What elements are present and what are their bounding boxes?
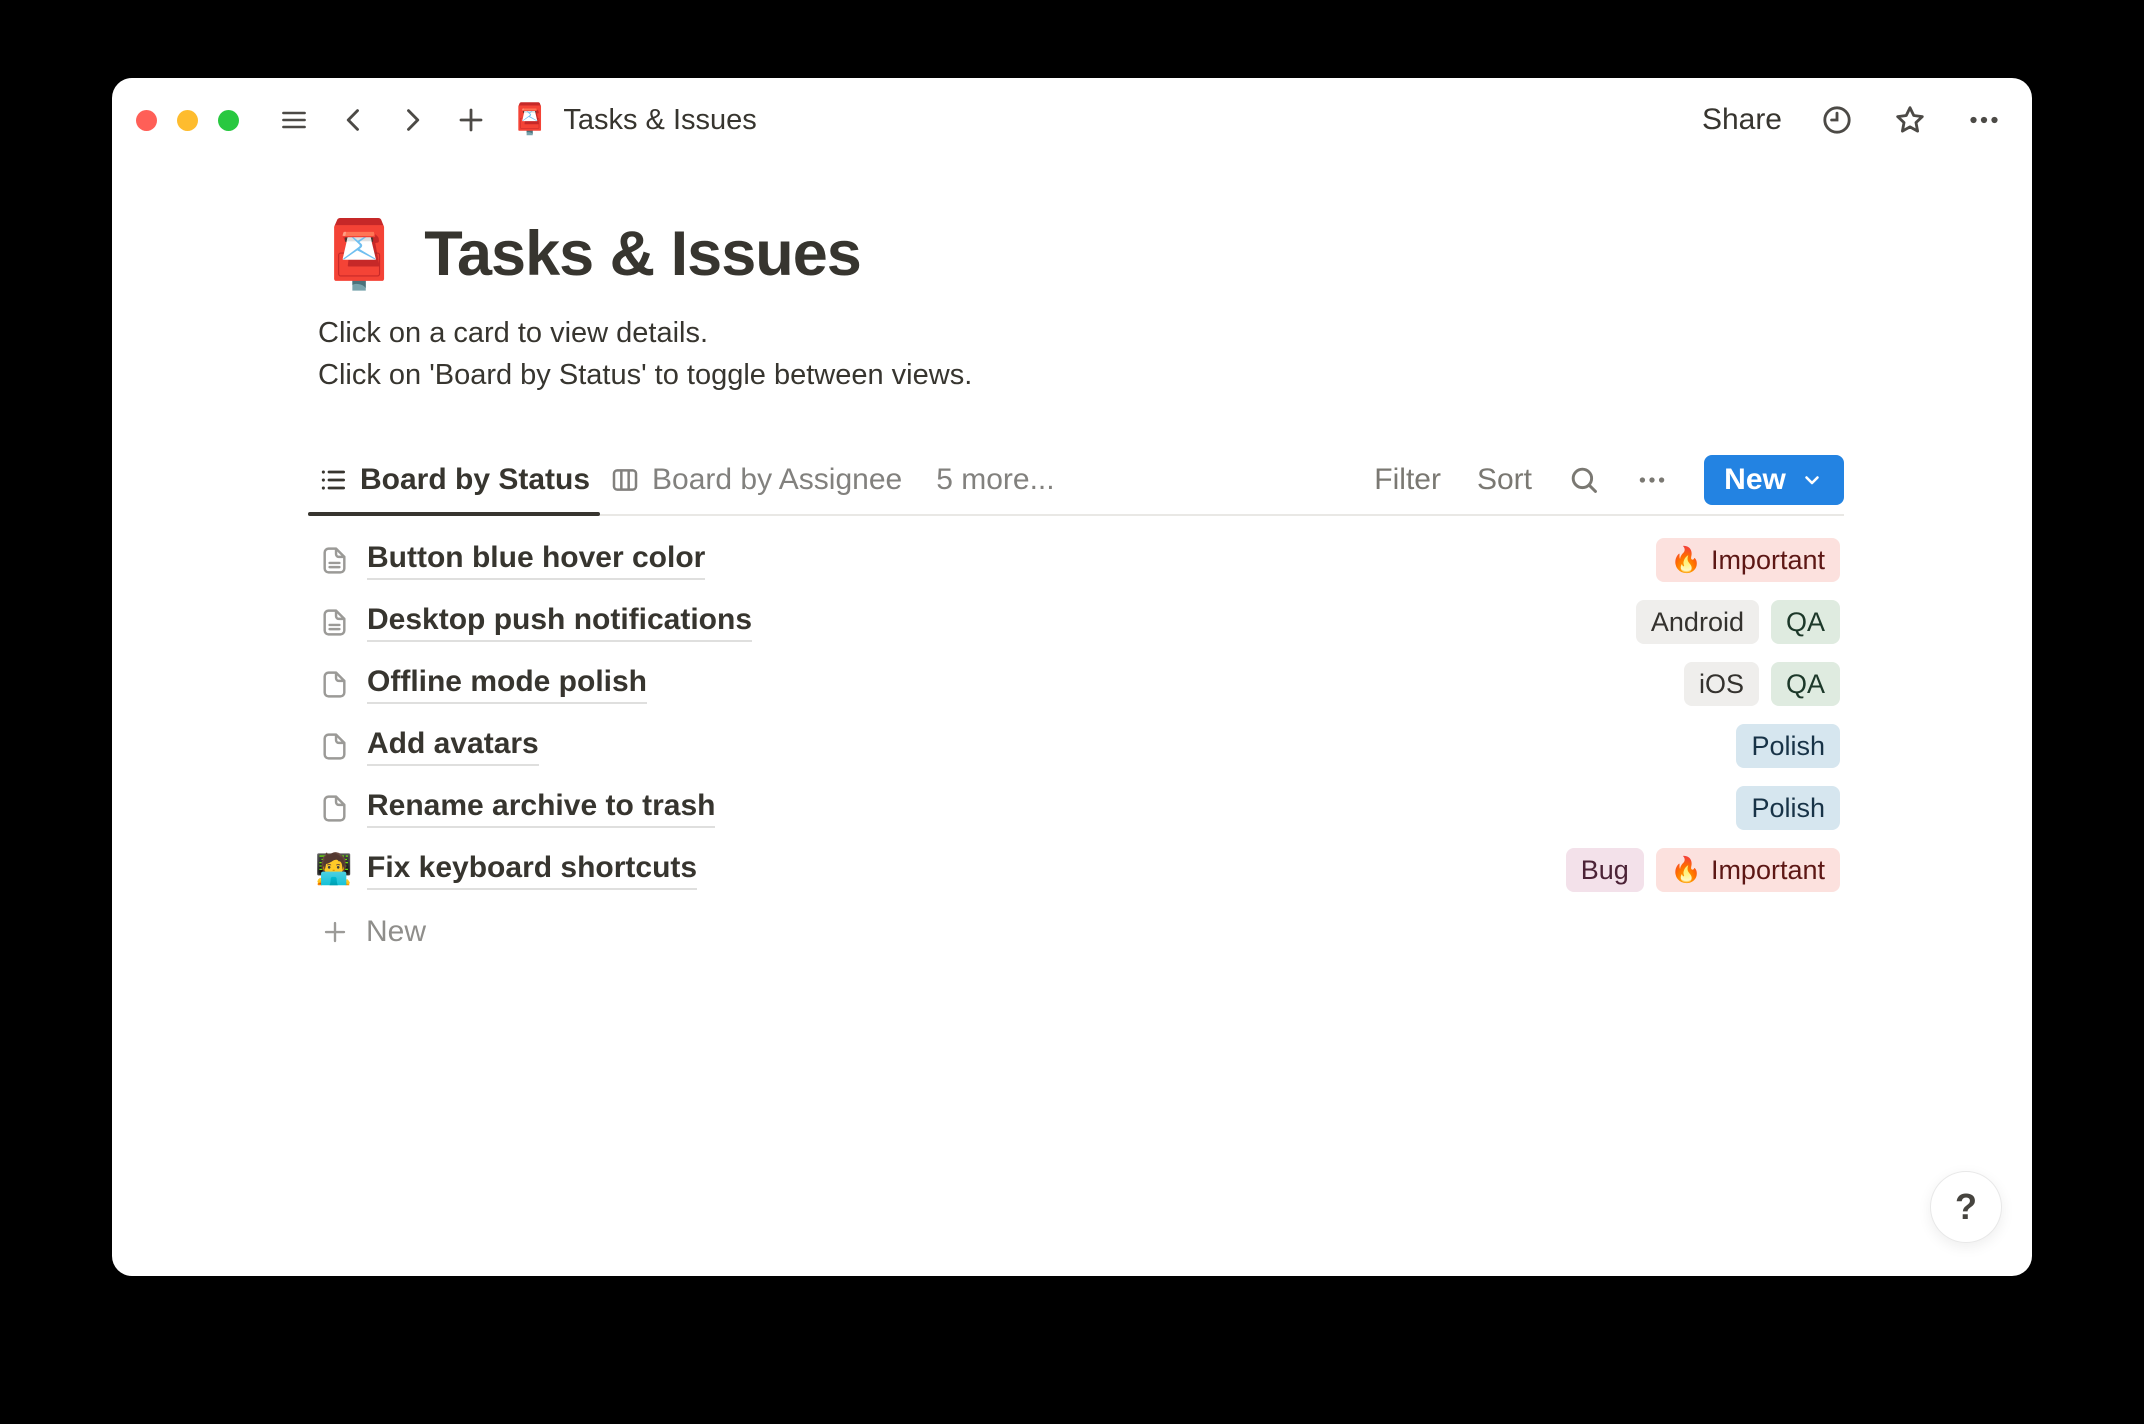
- help-button[interactable]: ?: [1930, 1171, 2002, 1243]
- forward-icon[interactable]: [397, 104, 427, 136]
- favorite-star-icon[interactable]: [1892, 102, 1928, 138]
- item-title[interactable]: Desktop push notifications: [367, 603, 753, 642]
- notion-window: 📮 Tasks & Issues Share 📮 Tasks & Issues …: [112, 78, 2032, 1276]
- plus-icon: [324, 921, 346, 943]
- item-title[interactable]: Button blue hover color: [367, 541, 706, 580]
- fire-icon: 🔥: [1670, 855, 1702, 884]
- page-header: 📮 Tasks & Issues: [318, 218, 1840, 290]
- zoom-window-button[interactable]: [218, 109, 239, 131]
- close-window-button[interactable]: [136, 109, 157, 131]
- tag-polish: Polish: [1736, 724, 1840, 768]
- tag-important: 🔥 Important: [1655, 538, 1840, 582]
- description-line: Click on 'Board by Status' to toggle bet…: [318, 359, 973, 391]
- item-title[interactable]: Fix keyboard shortcuts: [367, 851, 698, 890]
- page-emoji-icon: 📮: [511, 103, 549, 136]
- technologist-emoji-icon: 🧑‍💻: [315, 853, 353, 886]
- view-more-options-icon[interactable]: [1636, 464, 1668, 496]
- tag-qa: QA: [1770, 662, 1840, 706]
- sort-button[interactable]: Sort: [1477, 463, 1532, 497]
- chevron-down-icon: [1805, 476, 1819, 485]
- back-icon[interactable]: [339, 104, 369, 136]
- add-new-item-button[interactable]: New: [318, 915, 1840, 949]
- new-page-icon[interactable]: [455, 104, 487, 136]
- more-options-icon[interactable]: [1966, 103, 2002, 137]
- fire-icon: 🔥: [1670, 545, 1702, 574]
- tab-label: Board by Status: [360, 463, 591, 496]
- minimize-window-button[interactable]: [177, 109, 198, 131]
- search-icon[interactable]: [1568, 464, 1600, 496]
- item-tags: Bug 🔥 Important: [1565, 848, 1840, 892]
- page-content: 📮 Tasks & Issues Click on a card to view…: [308, 218, 1844, 949]
- more-views-button[interactable]: 5 more...: [936, 463, 1054, 497]
- view-controls: Filter Sort New: [1374, 455, 1844, 505]
- list-item[interactable]: Desktop push notifications Android QA: [318, 591, 1840, 653]
- item-tags: 🔥 Important: [1655, 538, 1840, 582]
- item-tags: Polish: [1736, 724, 1840, 768]
- list-item[interactable]: Offline mode polish iOS QA: [318, 653, 1840, 715]
- item-tags: iOS QA: [1683, 662, 1840, 706]
- sidebar-toggle-icon[interactable]: [277, 105, 311, 135]
- desktop-background: 📮 Tasks & Issues Share 📮 Tasks & Issues …: [0, 0, 2144, 1424]
- item-tags: Polish: [1736, 786, 1840, 830]
- tag-important: 🔥 Important: [1655, 848, 1840, 892]
- new-button-label: New: [1724, 463, 1786, 496]
- list-item[interactable]: 🧑‍💻 Fix keyboard shortcuts Bug 🔥 Importan…: [315, 839, 1840, 901]
- tag-polish: Polish: [1736, 786, 1840, 830]
- tag-qa: QA: [1770, 600, 1840, 644]
- toolbar-page-title[interactable]: Tasks & Issues: [563, 104, 756, 137]
- list-item[interactable]: Rename archive to trash Polish: [318, 777, 1840, 839]
- share-button[interactable]: Share: [1702, 103, 1782, 137]
- new-button[interactable]: New: [1704, 455, 1844, 505]
- breadcrumb[interactable]: 📮 Tasks & Issues: [511, 104, 757, 137]
- page-empty-icon: [318, 793, 350, 824]
- list-item[interactable]: Button blue hover color 🔥 Important: [318, 529, 1840, 591]
- tab-board-by-status[interactable]: Board by Status: [308, 446, 601, 516]
- item-tags: Android QA: [1635, 600, 1840, 644]
- board-view-icon: [610, 465, 640, 495]
- item-title[interactable]: Add avatars: [367, 727, 539, 766]
- toolbar-actions: Share: [1702, 102, 2002, 138]
- view-tabs-bar: Board by Status Board by Assignee 5 more…: [308, 446, 1844, 516]
- tag-bug: Bug: [1565, 848, 1644, 892]
- page-empty-icon: [318, 731, 350, 762]
- page-with-text-icon: [318, 607, 350, 638]
- page-description: Click on a card to view details. Click o…: [318, 312, 1840, 396]
- page-title[interactable]: Tasks & Issues: [424, 218, 862, 290]
- page-emoji-large-icon[interactable]: 📮: [318, 221, 400, 287]
- item-title[interactable]: Offline mode polish: [367, 665, 648, 704]
- new-row-label: New: [366, 915, 427, 948]
- list-item[interactable]: Add avatars Polish: [318, 715, 1840, 777]
- description-line: Click on a card to view details.: [318, 317, 709, 349]
- page-empty-icon: [318, 669, 350, 700]
- task-list: Button blue hover color 🔥 Important Deskt…: [315, 529, 1840, 949]
- tag-android: Android: [1635, 600, 1759, 644]
- list-view-icon: [318, 465, 348, 495]
- traffic-lights: [136, 109, 239, 131]
- item-title[interactable]: Rename archive to trash: [367, 789, 716, 828]
- nav-group: [277, 104, 487, 136]
- filter-button[interactable]: Filter: [1374, 463, 1441, 497]
- updates-clock-icon[interactable]: [1820, 103, 1854, 137]
- tag-ios: iOS: [1683, 662, 1759, 706]
- page-with-text-icon: [318, 545, 350, 576]
- tab-board-by-assignee[interactable]: Board by Assignee: [600, 446, 912, 514]
- tab-label: Board by Assignee: [652, 463, 903, 496]
- window-toolbar: 📮 Tasks & Issues Share: [112, 78, 2032, 148]
